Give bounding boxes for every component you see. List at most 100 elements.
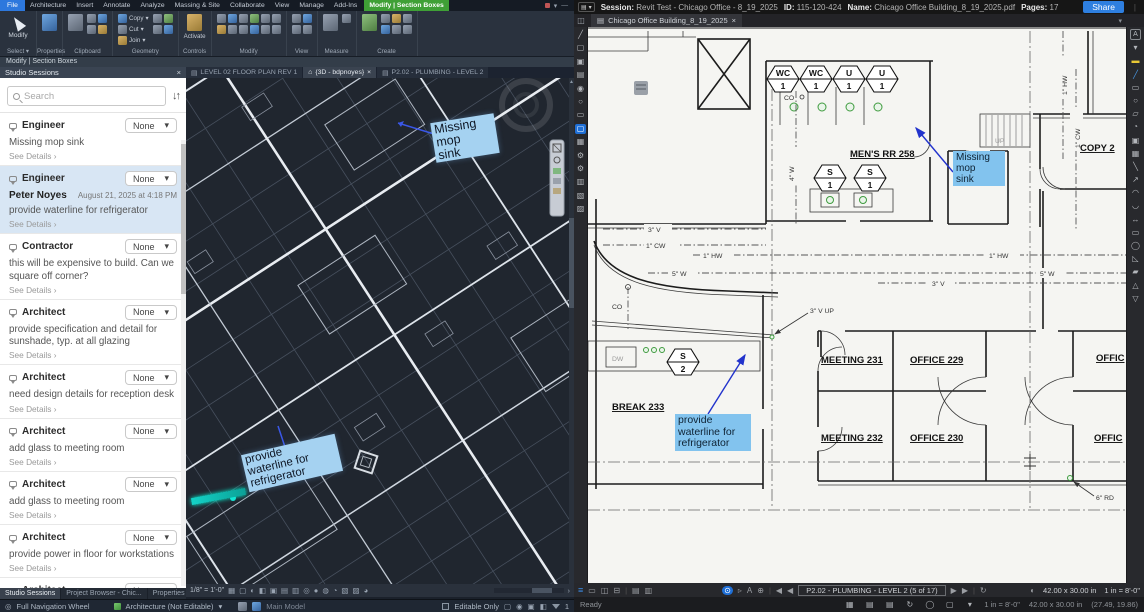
search-input[interactable]: Search [7, 86, 166, 106]
tab-project-browser[interactable]: Project Browser - Chic... [61, 588, 147, 599]
reuse-markup-icon[interactable]: ↻ [904, 600, 915, 610]
temporary-view-icon[interactable]: ◍ [322, 586, 329, 595]
measure-icon[interactable] [323, 14, 338, 31]
view-tool-icon[interactable] [292, 25, 301, 34]
see-details-link[interactable]: See Details › [9, 563, 177, 573]
layout-icon[interactable]: ▢ [944, 600, 955, 610]
view-tool-icon[interactable] [292, 14, 301, 23]
view-tool-icon[interactable] [303, 14, 312, 23]
modify-tool-icon[interactable] [250, 14, 259, 23]
see-details-link[interactable]: See Details › [9, 404, 177, 414]
ellipse-tool-icon[interactable]: ○ [1130, 96, 1141, 106]
grid-snap-icon[interactable]: ▦ [844, 600, 855, 610]
cloud-tool-icon[interactable]: △ [1130, 281, 1141, 291]
modify-button[interactable]: Modify [5, 14, 31, 39]
shadows-icon[interactable]: ◧ [259, 586, 266, 595]
record-icon[interactable] [545, 3, 550, 8]
create-tool-icon[interactable] [381, 14, 390, 23]
see-details-link[interactable]: See Details › [9, 350, 177, 360]
modify-tool-icon[interactable] [261, 25, 270, 34]
sort-icon[interactable]: ↓↑ [172, 90, 179, 102]
view-tab-floor-plan[interactable]: ▤LEVEL 02 FLOOR PLAN REV 1 [186, 67, 302, 78]
view-tool-icon[interactable] [303, 25, 312, 34]
horizontal-scrollbar[interactable] [494, 588, 564, 593]
join-button[interactable]: Join▾ [118, 36, 149, 45]
measure-small-icon[interactable] [342, 14, 351, 23]
tab-overflow-icon[interactable]: ▾ [1118, 14, 1122, 27]
bookmarks-icon[interactable]: ▤ [575, 70, 586, 80]
select-text-icon[interactable]: A [747, 586, 752, 595]
create-tool-icon[interactable] [381, 25, 390, 34]
tab-analyze[interactable]: Analyze [135, 0, 169, 11]
tab-annotate[interactable]: Annotate [98, 0, 135, 11]
text-tool-icon[interactable]: A [1130, 29, 1141, 40]
dimension-tool-icon[interactable]: ↔ [1130, 215, 1141, 225]
session-card[interactable]: Architect None▾ need design details for … [0, 365, 186, 418]
temporary-hide-icon[interactable]: ◎ [303, 586, 310, 595]
design-option-icon2[interactable] [252, 602, 261, 611]
tab-massing-site[interactable]: Massing & Site [170, 0, 225, 11]
session-card[interactable]: Architect None▾ provide power in floor f… [0, 525, 186, 578]
polygon-tool-icon[interactable]: ◺ [1130, 254, 1141, 264]
3d-view-canvas[interactable]: Missing mop sink provide waterline for r… [186, 78, 574, 584]
status-scale[interactable]: 1 in = 8'-0" [984, 600, 1020, 609]
close-icon[interactable]: × [177, 67, 181, 78]
see-details-link[interactable]: See Details › [9, 285, 177, 295]
curve-tool-icon[interactable]: ◡ [1130, 201, 1141, 211]
layers-icon[interactable]: ▥ [575, 177, 586, 187]
next-page-icon[interactable]: ▶ [951, 586, 957, 595]
modify-tool-icon[interactable] [217, 14, 226, 23]
sync-views-icon[interactable]: ↻ [980, 586, 987, 595]
view-scale[interactable]: 1/8" = 1'-0" [190, 587, 224, 594]
status-icon-3[interactable]: ▣ [528, 602, 535, 611]
tab-modify-section-boxes[interactable]: Modify | Section Boxes [364, 0, 448, 11]
create-tool-icon[interactable] [403, 25, 412, 34]
scroll-right-icon[interactable]: › [568, 586, 571, 595]
activate-button[interactable]: Activate [184, 33, 206, 40]
rectangle-tool-icon[interactable]: ▭ [1130, 228, 1141, 238]
split-horizontal-icon[interactable]: ⊟ [613, 586, 620, 595]
status-drop[interactable]: None▾ [125, 305, 177, 320]
design-options[interactable]: Main Model [266, 602, 305, 611]
session-card[interactable]: Engineer None▾ Missing mop sink See Deta… [0, 113, 186, 166]
view-tab-plumbing[interactable]: ▤P2.02 - PLUMBING - LEVEL 2 [377, 67, 488, 78]
compare-icon[interactable]: ▤ [632, 586, 640, 595]
status-drop[interactable]: None▾ [125, 171, 177, 186]
tab-manage[interactable]: Manage [294, 0, 329, 11]
single-page-icon[interactable]: ▭ [588, 586, 596, 595]
cut-button[interactable]: Cut▾ [118, 25, 149, 34]
minimize-icon[interactable]: — [561, 2, 568, 9]
pen-icon[interactable]: ╱ [1130, 70, 1141, 80]
properties-gear-icon[interactable]: ⚙ [575, 164, 586, 174]
tools-caret-icon[interactable]: ▾ [1130, 43, 1141, 53]
tab-add-ins[interactable]: Add-Ins [329, 0, 362, 11]
circle-tool-icon[interactable]: ◯ [1130, 241, 1141, 251]
filter-icon[interactable] [552, 604, 560, 609]
active-workset[interactable]: Architecture (Not Editable) [126, 602, 214, 611]
document-tab[interactable]: ▤ Chicago Office Building_8_19_2025 × [591, 14, 742, 27]
geometry-icon-3[interactable] [153, 25, 162, 34]
markup-waterline[interactable]: provide waterline for refrigerator [675, 414, 751, 451]
displacement-icon[interactable]: ▨ [352, 586, 359, 595]
sun-path-icon[interactable]: ◐ [250, 586, 255, 595]
geometry-icon-1[interactable] [153, 14, 162, 23]
create-tool-icon[interactable] [392, 14, 401, 23]
file-menu[interactable]: ▤▾ [578, 2, 595, 12]
snapshot-tool-icon[interactable]: ▦ [1130, 149, 1141, 159]
section-box-control[interactable] [550, 140, 564, 216]
select-tool-icon[interactable]: ▢ [575, 43, 586, 53]
prev-page-icon[interactable]: ◀ [787, 586, 793, 595]
callout-tool-icon[interactable]: ▱ [1130, 109, 1141, 119]
modify-tool-icon[interactable] [272, 25, 281, 34]
modify-tool-icon[interactable] [250, 25, 259, 34]
panel-toggle-icon[interactable]: ◫ [574, 14, 588, 27]
stamp-tool-icon[interactable]: ◔ [1130, 122, 1141, 132]
ribbon-collapse-icon[interactable]: ▾ [554, 2, 557, 10]
status-drop[interactable]: None▾ [125, 530, 177, 545]
markup-pen-icon[interactable]: ╱ [575, 30, 586, 40]
status-drop[interactable]: None▾ [125, 239, 177, 254]
pdf-page-canvas[interactable]: UP [588, 27, 1126, 583]
geometry-icon-4[interactable] [164, 25, 173, 34]
spaces-icon[interactable]: ▧ [575, 191, 586, 201]
session-card[interactable]: Contractor None▾ this will be expensive … [0, 234, 186, 299]
